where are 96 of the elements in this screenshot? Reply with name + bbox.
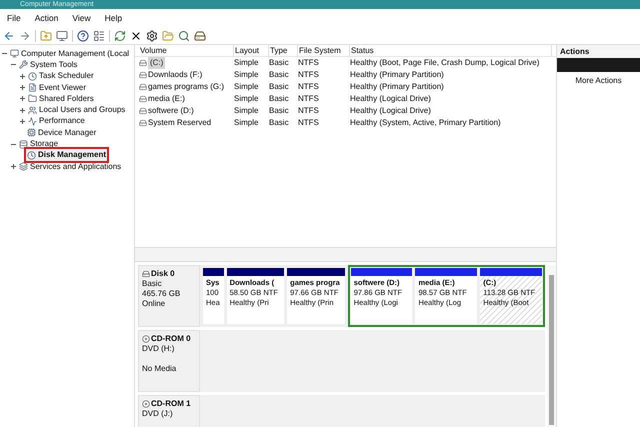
disk-info: Basic (142, 279, 163, 289)
table-cell: Simple (234, 93, 258, 105)
table-cell: media (E:) (148, 93, 185, 105)
disk-name: Disk 0 (151, 269, 175, 279)
help-icon[interactable] (77, 30, 89, 42)
tree-node-icon (28, 94, 37, 104)
search-icon[interactable] (178, 30, 190, 42)
table-cell: Healthy (Primary Partition) (350, 81, 444, 93)
tree-item[interactable]: Task Scheduler (27, 70, 95, 82)
gear-icon[interactable] (146, 30, 158, 42)
table-cell: NTFS (298, 105, 319, 117)
table-cell: Healthy (Primary Partition) (350, 69, 444, 81)
drive-icon (139, 83, 147, 91)
tree-item[interactable]: Event Viewer (27, 82, 87, 94)
table-cell: Simple (234, 105, 258, 117)
tree-node-icon (10, 49, 19, 58)
table-cell: Healthy (Logical Drive) (350, 105, 431, 117)
table-cell: Downlaods (F:) (148, 69, 202, 81)
tree-item[interactable]: Shared Folders (27, 92, 95, 105)
action-link[interactable]: More Actions (575, 75, 622, 87)
expand-icon[interactable] (19, 95, 26, 102)
console-icon[interactable] (56, 30, 68, 42)
disk-info: DVD (J:) (142, 409, 174, 419)
table-cell: Simple (234, 81, 258, 93)
disc-drive-icon (142, 400, 150, 408)
tree-item[interactable]: Performance (27, 115, 86, 128)
table-cell: System Reserved (148, 117, 212, 129)
scrollbar[interactable] (547, 265, 556, 427)
tree-node-icon (27, 150, 36, 160)
expand-icon[interactable] (19, 118, 26, 125)
column-header[interactable]: Status (350, 44, 552, 56)
table-cell: softwere (D:) (148, 105, 194, 117)
table-cell: NTFS (298, 93, 319, 105)
table-cell: Healthy (Logical Drive) (350, 93, 431, 105)
table-cell: NTFS (298, 117, 319, 129)
tree-node-icon (28, 106, 37, 115)
table-cell: Simple (234, 57, 258, 69)
table-cell: Basic (269, 117, 289, 129)
table-cell: Healthy (Boot, Page File, Crash Dump, Logical Drive) (350, 57, 540, 69)
tree-item[interactable]: Local Users and Groups (27, 104, 126, 116)
tree-item[interactable]: Computer Management (Local (9, 48, 130, 60)
table-cell: Basic (269, 57, 289, 69)
table-cell: Basic (269, 69, 289, 81)
table-cell: Basic (269, 105, 289, 117)
tree-item[interactable]: Services and Applications (18, 160, 122, 173)
drive-icon (139, 107, 147, 115)
table-cell: Simple (234, 117, 258, 129)
disk-info: Online (142, 299, 166, 309)
tree-node-icon (19, 140, 28, 149)
drive-icon (139, 119, 147, 127)
refresh-icon[interactable] (114, 30, 126, 42)
disc-drive-icon (142, 335, 150, 343)
expand-icon[interactable] (10, 163, 17, 170)
tree-node-icon (28, 72, 37, 81)
drive-icon (139, 95, 147, 103)
tree-item[interactable]: Device Manager (26, 126, 98, 139)
tree-item[interactable]: Disk Management (26, 149, 108, 162)
menu-item[interactable]: Help (104, 12, 122, 24)
tree-node-icon (27, 128, 36, 138)
disk-info: 465.76 GB (142, 289, 182, 299)
tree-node-icon (28, 83, 37, 92)
table-cell: (C:) (148, 57, 166, 69)
expand-icon[interactable] (19, 72, 26, 80)
panel-icon[interactable] (93, 30, 105, 42)
table-cell: NTFS (298, 57, 319, 69)
column-header[interactable]: File System (298, 44, 350, 56)
menu-item[interactable]: File (7, 12, 21, 24)
tree-node-icon (19, 60, 28, 70)
expand-icon[interactable] (19, 106, 26, 114)
tree-node-icon (28, 116, 37, 126)
table-cell: games programs (G:) (148, 81, 224, 93)
column-header[interactable]: Type (269, 44, 298, 56)
tree-item[interactable]: Storage (18, 138, 60, 150)
table-cell: NTFS (298, 69, 319, 81)
tree-item[interactable]: System Tools (18, 58, 78, 71)
expand-icon[interactable] (19, 84, 26, 92)
back-arrow-icon[interactable] (3, 30, 15, 42)
drive-icon (139, 71, 147, 79)
close-icon[interactable] (130, 30, 142, 42)
forward-arrow-icon[interactable] (19, 30, 31, 42)
table-cell: Basic (269, 81, 289, 93)
table-cell: Healthy (System, Active, Primary Partition) (350, 117, 501, 129)
disk-name: CD-ROM 0 (151, 334, 191, 344)
disk-info: DVD (H:) (142, 344, 176, 354)
disk-name: CD-ROM 1 (151, 399, 191, 409)
drive-icon[interactable] (194, 30, 206, 42)
menu-item[interactable]: Action (34, 12, 58, 24)
column-header[interactable]: Layout (234, 44, 269, 56)
table-cell: NTFS (298, 81, 319, 93)
drive-icon (139, 59, 147, 67)
menu-item[interactable]: View (72, 12, 91, 24)
tree-node-icon (19, 162, 28, 172)
table-cell: Basic (269, 93, 289, 105)
disk-info: No Media (142, 364, 178, 374)
table-cell: Simple (234, 69, 258, 81)
actions-header: Actions (557, 45, 640, 58)
